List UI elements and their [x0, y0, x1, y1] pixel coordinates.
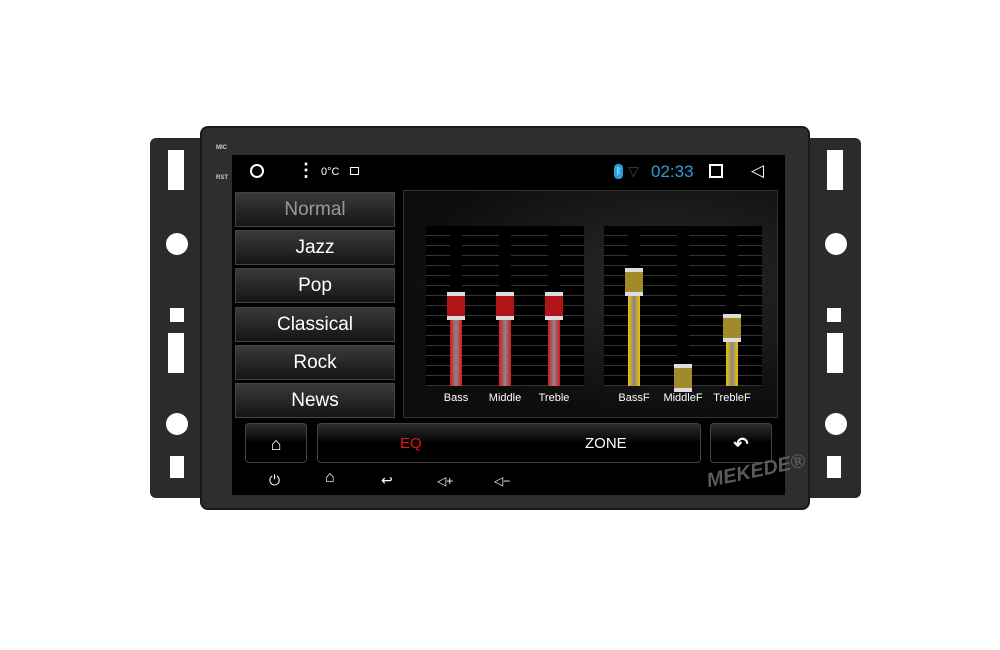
return-button[interactable]: ↶	[710, 423, 772, 463]
preset-classical[interactable]: Classical	[235, 307, 395, 342]
return-icon: ↶	[733, 434, 749, 454]
slider-handle[interactable]	[447, 292, 465, 320]
slider-handle[interactable]	[625, 268, 643, 296]
hw-back-button[interactable]: ↩	[381, 472, 393, 489]
preset-jazz[interactable]: Jazz	[235, 230, 395, 265]
circle-icon[interactable]	[250, 164, 264, 178]
more-vert-icon[interactable]: ⋮	[297, 161, 315, 179]
eq-slider-middle[interactable]	[496, 226, 514, 386]
temperature: 0°C	[321, 166, 340, 178]
slider-handle[interactable]	[545, 292, 563, 320]
bluetooth-icon: ᛒ	[614, 164, 623, 179]
preset-rock[interactable]: Rock	[235, 345, 395, 380]
tab-eq[interactable]: EQ	[400, 435, 422, 452]
slider-fill	[628, 282, 640, 386]
back-triangle-icon[interactable]: ◁	[751, 161, 764, 181]
slider-handle[interactable]	[674, 364, 692, 392]
right-mount-bracket	[805, 138, 861, 498]
volume-up-button[interactable]: ◁+	[437, 474, 453, 488]
power-button[interactable]: ⏻	[269, 472, 280, 489]
hw-home-button[interactable]: ⌂	[325, 469, 335, 487]
preset-normal[interactable]: Normal	[235, 192, 395, 227]
home-icon: ⌂	[270, 434, 282, 454]
mic-label: MIC	[216, 145, 227, 151]
slider-handle[interactable]	[723, 314, 741, 343]
volume-down-button[interactable]: ◁−	[494, 474, 510, 488]
eq-slider-bassf[interactable]	[625, 226, 643, 386]
image-icon	[350, 167, 359, 175]
eq-zone-tabs	[317, 423, 701, 463]
eq-slider-treblef[interactable]	[723, 226, 741, 386]
slider-label: Treble	[538, 392, 570, 404]
left-mount-bracket	[150, 138, 206, 498]
slider-handle[interactable]	[496, 292, 514, 320]
slider-label: TrebleF	[713, 392, 751, 404]
eq-slider-treble[interactable]	[545, 226, 563, 386]
recents-square-icon[interactable]	[709, 164, 723, 178]
rst-button[interactable]: RST	[216, 175, 228, 181]
home-button[interactable]: ⌂	[245, 423, 307, 463]
equalizer-panel: Bass Middle Treble BassF MiddleF TrebleF	[403, 190, 778, 418]
preset-pop[interactable]: Pop	[235, 268, 395, 303]
preset-news[interactable]: News	[235, 383, 395, 418]
tab-zone[interactable]: ZONE	[585, 435, 627, 452]
eq-slider-bass[interactable]	[447, 226, 465, 386]
eq-slider-middlef[interactable]	[674, 226, 692, 392]
wifi-icon: ▽	[628, 163, 639, 179]
clock: 02:33	[651, 162, 694, 181]
